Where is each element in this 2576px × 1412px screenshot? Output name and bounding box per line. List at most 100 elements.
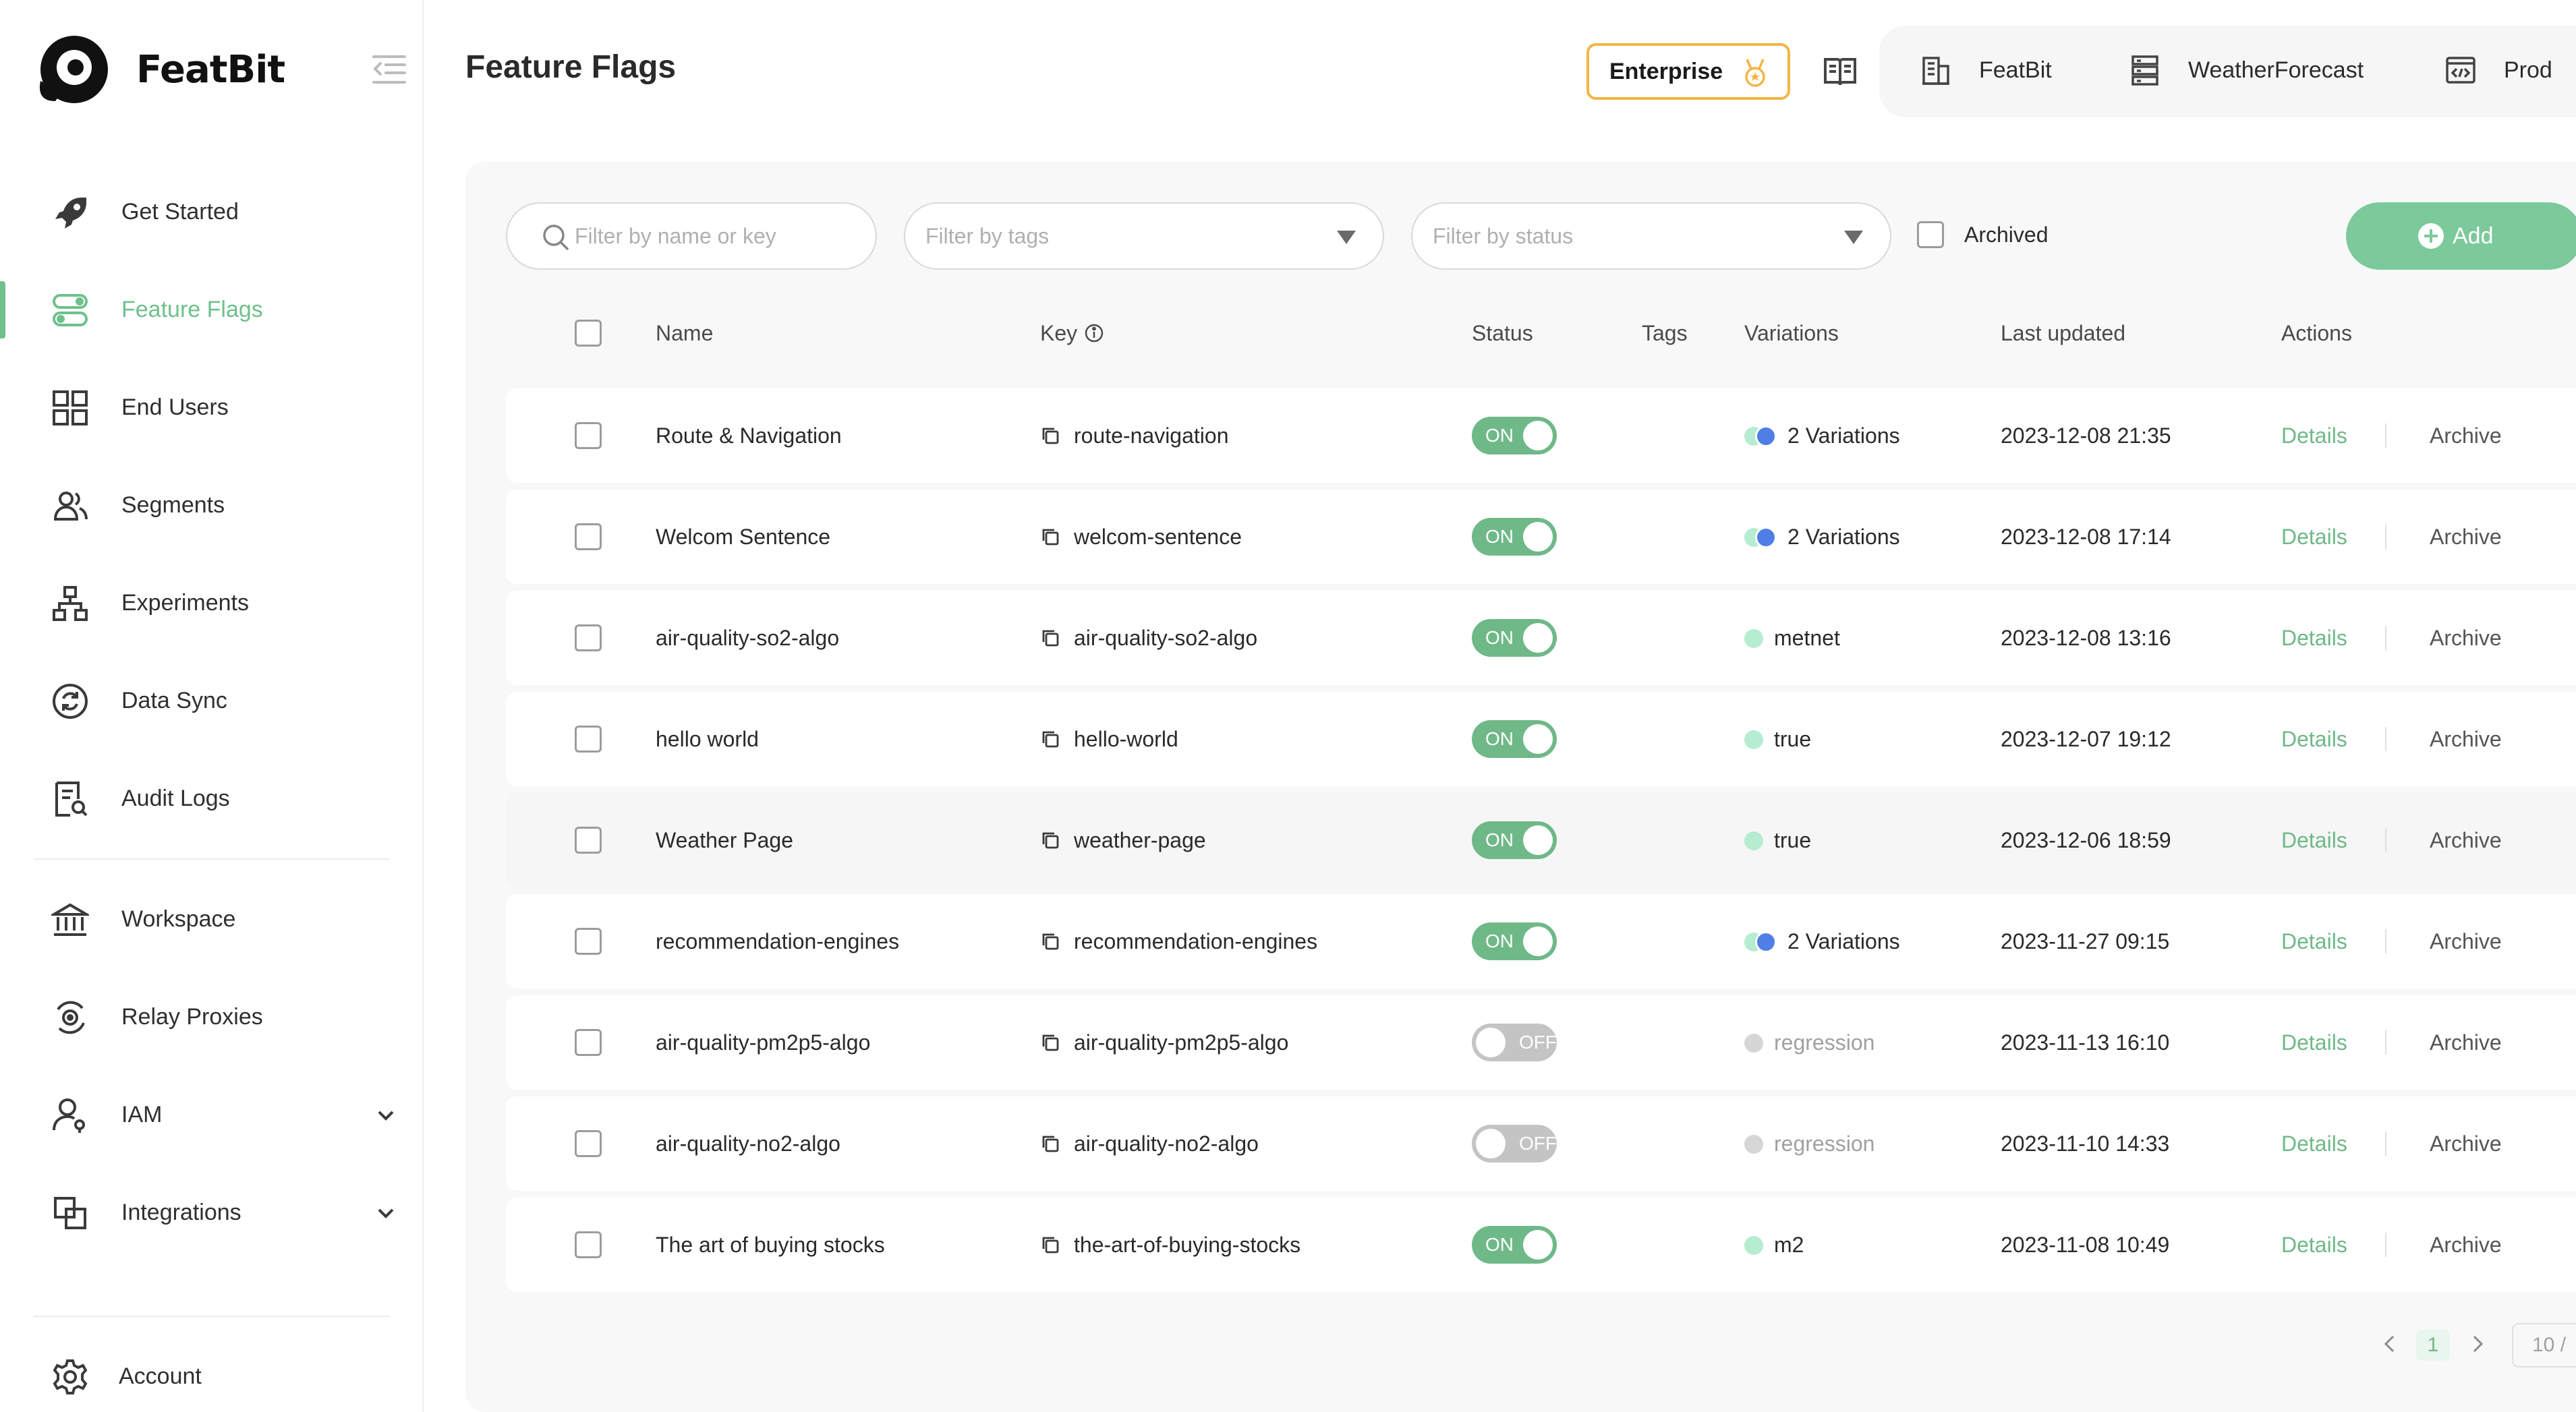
- collapse-menu-icon[interactable]: [371, 51, 407, 88]
- row-checkbox[interactable]: [575, 624, 602, 651]
- archive-link[interactable]: Archive: [2430, 995, 2502, 1090]
- search-input[interactable]: Filter by name or key: [506, 202, 877, 270]
- copy-icon[interactable]: [1040, 931, 1060, 951]
- status-toggle[interactable]: ON: [1472, 720, 1557, 758]
- organization-selector[interactable]: FeatBit: [1920, 54, 2052, 86]
- table-row[interactable]: Welcom Sentence welcom-sentence ON 2 Variat…: [506, 490, 2576, 584]
- enterprise-button[interactable]: Enterprise: [1586, 43, 1790, 100]
- sidebar-item-workspace[interactable]: Workspace: [0, 871, 424, 968]
- copy-icon[interactable]: [1040, 1134, 1060, 1154]
- tags-filter-select[interactable]: Filter by tags: [904, 202, 1384, 270]
- table-row[interactable]: air-quality-so2-algo air-quality-so2-algo…: [506, 591, 2576, 685]
- chevron-left-icon[interactable]: [2380, 1334, 2400, 1354]
- status-filter-select[interactable]: Filter by status: [1411, 202, 1891, 270]
- copy-icon[interactable]: [1040, 628, 1060, 648]
- table-row[interactable]: recommendation-engines recommendation-eng…: [506, 894, 2576, 989]
- column-header-name[interactable]: Name: [656, 307, 713, 359]
- table-row[interactable]: Route & Navigation route-navigation ON 2 Va…: [506, 388, 2576, 483]
- status-toggle[interactable]: ON: [1472, 922, 1557, 960]
- flag-name[interactable]: air-quality-no2-algo: [656, 1096, 840, 1191]
- archived-filter[interactable]: Archived: [1917, 221, 2049, 248]
- row-checkbox[interactable]: [575, 827, 602, 854]
- row-checkbox[interactable]: [575, 1029, 602, 1056]
- chevron-right-icon[interactable]: [2467, 1334, 2488, 1354]
- table-row[interactable]: air-quality-pm2p5-algo air-quality-pm2p5-…: [506, 995, 2576, 1090]
- flag-name[interactable]: Welcom Sentence: [656, 490, 830, 584]
- status-toggle[interactable]: ON: [1472, 518, 1557, 556]
- chevron-down-icon[interactable]: [375, 1105, 397, 1126]
- flag-name[interactable]: air-quality-pm2p5-algo: [656, 995, 870, 1090]
- flag-key: air-quality-so2-algo: [1040, 591, 1257, 685]
- table-row[interactable]: air-quality-no2-algo air-quality-no2-algo…: [506, 1096, 2576, 1191]
- row-checkbox[interactable]: [575, 1130, 602, 1157]
- row-checkbox[interactable]: [575, 726, 602, 753]
- sidebar-item-account[interactable]: Account: [0, 1328, 424, 1412]
- status-toggle[interactable]: ON: [1472, 417, 1557, 454]
- flag-name[interactable]: Route & Navigation: [656, 388, 842, 483]
- status-toggle[interactable]: OFF: [1472, 1125, 1557, 1163]
- flag-name[interactable]: air-quality-so2-algo: [656, 591, 839, 685]
- archive-link[interactable]: Archive: [2430, 692, 2502, 786]
- details-link[interactable]: Details: [2281, 894, 2347, 989]
- copy-icon[interactable]: [1040, 1235, 1060, 1255]
- flag-name[interactable]: recommendation-engines: [656, 894, 899, 989]
- table-row[interactable]: The art of buying stocks the-art-of-buyin…: [506, 1198, 2576, 1292]
- flag-name[interactable]: hello world: [656, 692, 759, 786]
- details-link[interactable]: Details: [2281, 591, 2347, 685]
- flag-name[interactable]: Weather Page: [656, 793, 793, 887]
- select-all-checkbox[interactable]: [575, 320, 602, 347]
- details-link[interactable]: Details: [2281, 388, 2347, 483]
- copy-icon[interactable]: [1040, 1032, 1060, 1053]
- details-link[interactable]: Details: [2281, 692, 2347, 786]
- copy-icon[interactable]: [1040, 830, 1060, 850]
- table-row[interactable]: Weather Page weather-page ON true 2023-12-06…: [506, 793, 2576, 887]
- row-checkbox[interactable]: [575, 1231, 602, 1258]
- page-size-select[interactable]: 10 /: [2512, 1323, 2576, 1367]
- archived-checkbox[interactable]: [1917, 221, 1944, 248]
- sidebar-item-data-sync[interactable]: Data Sync: [0, 652, 424, 750]
- archive-link[interactable]: Archive: [2430, 1096, 2502, 1191]
- copy-icon[interactable]: [1040, 425, 1060, 446]
- archive-link[interactable]: Archive: [2430, 388, 2502, 483]
- flag-name[interactable]: The art of buying stocks: [656, 1198, 885, 1292]
- sidebar-item-experiments[interactable]: Experiments: [0, 554, 424, 652]
- sidebar-item-feature-flags[interactable]: Feature Flags: [0, 261, 424, 359]
- sidebar-item-segments[interactable]: Segments: [0, 457, 424, 554]
- archive-link[interactable]: Archive: [2430, 490, 2502, 584]
- details-link[interactable]: Details: [2281, 793, 2347, 887]
- info-icon[interactable]: [1084, 323, 1104, 343]
- pagination-current-page[interactable]: 1: [2416, 1330, 2450, 1361]
- status-toggle[interactable]: ON: [1472, 821, 1557, 859]
- copy-icon[interactable]: [1040, 527, 1060, 547]
- sidebar-item-end-users[interactable]: End Users: [0, 359, 424, 457]
- sidebar-item-get-started[interactable]: Get Started: [0, 163, 424, 261]
- row-checkbox[interactable]: [575, 523, 602, 550]
- status-toggle[interactable]: OFF: [1472, 1024, 1557, 1061]
- book-icon[interactable]: [1823, 54, 1858, 89]
- brand-logo[interactable]: FeatBit: [35, 34, 285, 105]
- sidebar-item-iam[interactable]: IAM: [0, 1066, 424, 1164]
- archive-link[interactable]: Archive: [2430, 793, 2502, 887]
- sidebar-item-integrations[interactable]: Integrations: [0, 1164, 424, 1262]
- status-toggle[interactable]: ON: [1472, 1226, 1557, 1264]
- table-row[interactable]: hello world hello-world ON true 2023-12-07 1…: [506, 692, 2576, 786]
- row-checkbox[interactable]: [575, 422, 602, 449]
- archive-link[interactable]: Archive: [2430, 894, 2502, 989]
- project-selector[interactable]: WeatherForecast: [2129, 54, 2364, 86]
- archive-link[interactable]: Archive: [2430, 1198, 2502, 1292]
- copy-icon[interactable]: [1040, 729, 1060, 749]
- details-link[interactable]: Details: [2281, 995, 2347, 1090]
- status-toggle[interactable]: ON: [1472, 619, 1557, 657]
- details-link[interactable]: Details: [2281, 490, 2347, 584]
- environment-selector[interactable]: Prod: [2444, 54, 2552, 86]
- add-flag-button[interactable]: Add: [2346, 202, 2576, 270]
- details-link[interactable]: Details: [2281, 1198, 2347, 1292]
- archive-link[interactable]: Archive: [2430, 591, 2502, 685]
- details-link[interactable]: Details: [2281, 1096, 2347, 1191]
- environment-name: Prod: [2504, 57, 2552, 83]
- sidebar-item-relay-proxies[interactable]: Relay Proxies: [0, 968, 424, 1066]
- sidebar-item-audit-logs[interactable]: Audit Logs: [0, 750, 424, 848]
- column-header-last-updated[interactable]: Last updated: [2001, 307, 2125, 359]
- row-checkbox[interactable]: [575, 928, 602, 955]
- chevron-down-icon[interactable]: [375, 1202, 397, 1224]
